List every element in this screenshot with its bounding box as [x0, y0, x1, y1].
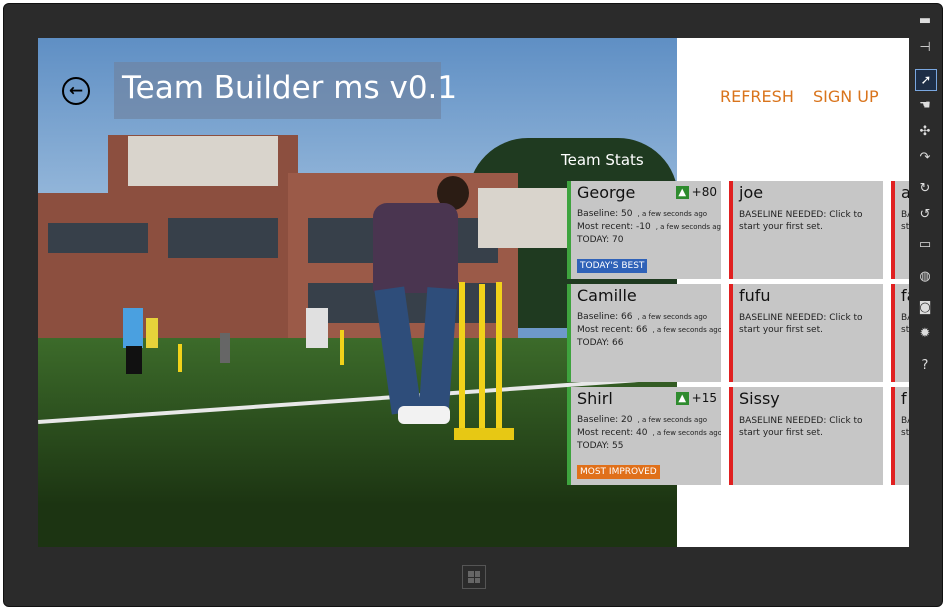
player-tile-shirl[interactable]: Shirl ▲ +15 Baseline: 20, a few seconds a…	[567, 387, 721, 485]
player-name: f	[901, 389, 907, 408]
player-name: joe	[739, 183, 764, 202]
windows-button[interactable]	[462, 565, 486, 589]
delta-indicator: ▲ +15	[675, 391, 717, 405]
pin-icon[interactable]: ⊣	[915, 37, 935, 57]
minimize-icon[interactable]: ▬	[915, 10, 935, 30]
pointer-icon[interactable]: ➚	[915, 69, 937, 91]
baseline-needed-message: BASELINE NEEDED: Click to start your fir…	[739, 416, 863, 438]
player-tile-camille[interactable]: Camille Baseline: 66, a few seconds ago …	[567, 284, 721, 382]
refresh-link[interactable]: REFRESH	[720, 87, 794, 106]
up-arrow-icon: ▲	[675, 185, 689, 199]
player-tile-fufu[interactable]: fufu BASELINE NEEDED: Click to start you…	[729, 284, 883, 382]
player-name: fufu	[739, 286, 771, 305]
windows-logo-icon	[468, 571, 480, 583]
baseline-needed-message: BASELINE NEEDED: Click to start your fir…	[901, 416, 909, 438]
recent-line: Most recent: 40, a few seconds ago	[577, 428, 721, 438]
header-links: REFRESH SIGN UP	[720, 87, 893, 106]
title-box: Team Builder ms v0.1	[114, 62, 457, 119]
monitor-icon[interactable]: ▭	[915, 234, 935, 254]
rotate-icon[interactable]: ↷	[915, 147, 935, 167]
player-tile-george[interactable]: George ▲ +80 Baseline: 50, a few seconds …	[567, 181, 721, 279]
baseline-needed-message: BASELINE NEEDED: Click to start your fir…	[901, 313, 909, 335]
pinch-icon[interactable]: ✣	[915, 121, 935, 141]
rotate-ccw-icon[interactable]: ↺	[915, 204, 935, 224]
baseline-line: Baseline: 66, a few seconds ago	[577, 312, 708, 322]
gear-icon[interactable]: ✹	[915, 323, 935, 343]
recent-line: Most recent: 66, a few seconds ago	[577, 325, 721, 335]
todays-best-badge: TODAY'S BEST	[577, 259, 648, 273]
player-tile-sissy[interactable]: Sissy BASELINE NEEDED: Click to start yo…	[729, 387, 883, 485]
baseline-needed-message: BASELINE NEEDED: Click to start your fir…	[739, 313, 863, 335]
player-tile-joe[interactable]: joe BASELINE NEEDED: Click to start your…	[729, 181, 883, 279]
player-tile-fa[interactable]: fa BASELINE NEEDED: Click to start your …	[891, 284, 909, 382]
signup-link[interactable]: SIGN UP	[813, 87, 879, 106]
rotate-cw-icon[interactable]: ↻	[915, 178, 935, 198]
recent-line: Most recent: -10, a few seconds ago	[577, 222, 721, 232]
player-name: fa	[901, 286, 909, 305]
player-tile-a[interactable]: a BASELINE NEEDED: Click to start your f…	[891, 181, 909, 279]
app-screen: ← Team Builder ms v0.1 REFRESH SIGN UP T…	[38, 38, 909, 547]
baseline-line: Baseline: 20, a few seconds ago	[577, 415, 708, 425]
today-line: TODAY: 55	[577, 441, 624, 451]
section-title: Team Stats	[561, 151, 644, 169]
player-name: Camille	[577, 286, 637, 305]
player-tile-f[interactable]: f BASELINE NEEDED: Click to start your f…	[891, 387, 909, 485]
baseline-needed-message: BASELINE NEEDED: Click to start your fir…	[739, 210, 863, 232]
most-improved-badge: MOST IMPROVED	[577, 465, 660, 479]
help-icon[interactable]: ?	[915, 355, 935, 375]
back-button[interactable]: ←	[62, 77, 90, 105]
player-name: a	[901, 183, 909, 202]
up-arrow-icon: ▲	[675, 391, 689, 405]
player-name: George	[577, 183, 636, 202]
hand-icon[interactable]: ☚	[915, 95, 935, 115]
camera-icon[interactable]: ◙	[915, 297, 935, 317]
player-name: Sissy	[739, 389, 780, 408]
baseline-line: Baseline: 50, a few seconds ago	[577, 209, 708, 219]
baseline-needed-message: BASELINE NEEDED: Click to start your fir…	[901, 210, 909, 232]
today-line: TODAY: 70	[577, 235, 624, 245]
globe-icon[interactable]: ◍	[915, 266, 935, 286]
today-line: TODAY: 66	[577, 338, 624, 348]
delta-indicator: ▲ +80	[675, 185, 717, 199]
player-name: Shirl	[577, 389, 613, 408]
page-title: Team Builder ms v0.1	[122, 70, 458, 106]
back-arrow-icon: ←	[68, 81, 84, 101]
